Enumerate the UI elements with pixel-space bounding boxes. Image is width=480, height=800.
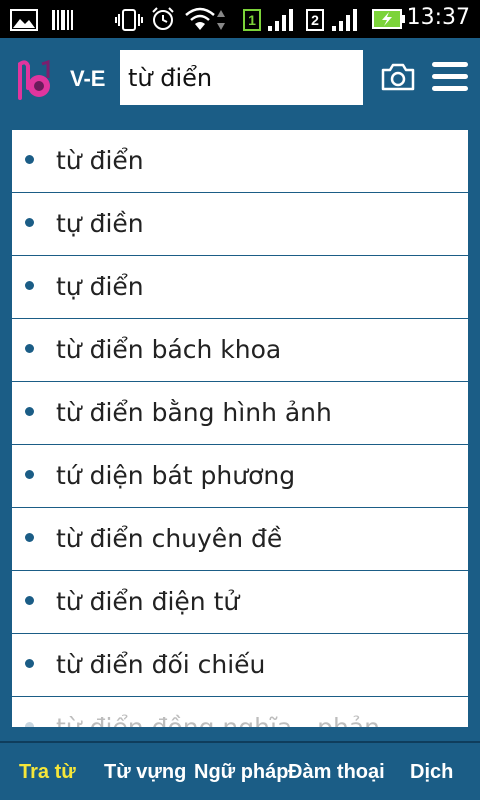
alarm-icon: [152, 7, 174, 30]
list-item-label: tứ diện bát phương: [56, 461, 296, 490]
list-item-label: từ điển chuyên đề: [56, 524, 283, 553]
sim1-badge: 1: [243, 9, 261, 31]
battery-charging-icon: [372, 9, 405, 29]
bullet-icon: [25, 218, 34, 227]
status-time: 13:37: [406, 5, 470, 30]
tab-dam-thoai[interactable]: Đàm thoại: [288, 761, 385, 784]
list-item-label: tự điền: [56, 209, 144, 238]
bottom-tab-bar: Tra từ Từ vựng Ngữ pháp Đàm thoại Dịch: [0, 741, 480, 800]
list-item[interactable]: từ điển bách khoa: [12, 319, 468, 382]
suggestion-list[interactable]: từ điển tự điền tự điển từ điển bách kho…: [12, 130, 468, 727]
tab-dich[interactable]: Dịch: [410, 761, 453, 784]
tab-tra-tu[interactable]: Tra từ: [19, 761, 76, 784]
list-item[interactable]: từ điển: [12, 130, 468, 193]
camera-icon[interactable]: [380, 62, 416, 92]
bullet-icon: [25, 470, 34, 479]
image-icon: [10, 9, 38, 31]
hamburger-menu-icon[interactable]: [432, 62, 468, 94]
data-arrows-icon: [217, 10, 225, 30]
list-item-label: từ điển đối chiếu: [56, 650, 266, 679]
status-bar: 1 2 13:37: [0, 0, 480, 38]
signal-icon: [268, 9, 293, 31]
tab-ngu-phap[interactable]: Ngữ pháp: [194, 761, 288, 784]
list-item-label: từ điển: [56, 146, 144, 175]
wifi-icon: [185, 7, 215, 30]
vibrate-icon: [115, 9, 143, 31]
bullet-icon: [25, 281, 34, 290]
list-item[interactable]: từ điển bằng hình ảnh: [12, 382, 468, 445]
list-item[interactable]: từ điển đối chiếu: [12, 634, 468, 697]
list-item[interactable]: tự điển: [12, 256, 468, 319]
tab-tu-vung[interactable]: Từ vựng: [104, 761, 186, 784]
list-item[interactable]: từ điển chuyên đề: [12, 508, 468, 571]
bullet-icon: [25, 659, 34, 668]
language-pair-label[interactable]: V-E: [70, 66, 105, 92]
list-item-label: từ điển đồng nghĩa - phản: [56, 713, 380, 727]
list-item[interactable]: tứ diện bát phương: [12, 445, 468, 508]
app-bar: V-E: [0, 38, 480, 120]
list-item-label: từ điển bách khoa: [56, 335, 282, 364]
app-logo-icon[interactable]: [14, 58, 54, 102]
bullet-icon: [25, 596, 34, 605]
bullet-icon: [25, 344, 34, 353]
bullet-icon: [25, 155, 34, 164]
barcode-icon: [52, 10, 73, 30]
sim2-badge: 2: [306, 9, 324, 31]
list-item[interactable]: tự điền: [12, 193, 468, 256]
list-item[interactable]: từ điển đồng nghĩa - phản: [12, 697, 468, 727]
list-item-label: từ điển bằng hình ảnh: [56, 398, 332, 427]
search-input[interactable]: [120, 50, 363, 105]
list-item-label: từ điển điện tử: [56, 587, 240, 616]
list-item-label: tự điển: [56, 272, 144, 301]
signal-icon: [332, 9, 357, 31]
bullet-icon: [25, 533, 34, 542]
bullet-icon: [25, 722, 34, 727]
list-item[interactable]: từ điển điện tử: [12, 571, 468, 634]
bullet-icon: [25, 407, 34, 416]
